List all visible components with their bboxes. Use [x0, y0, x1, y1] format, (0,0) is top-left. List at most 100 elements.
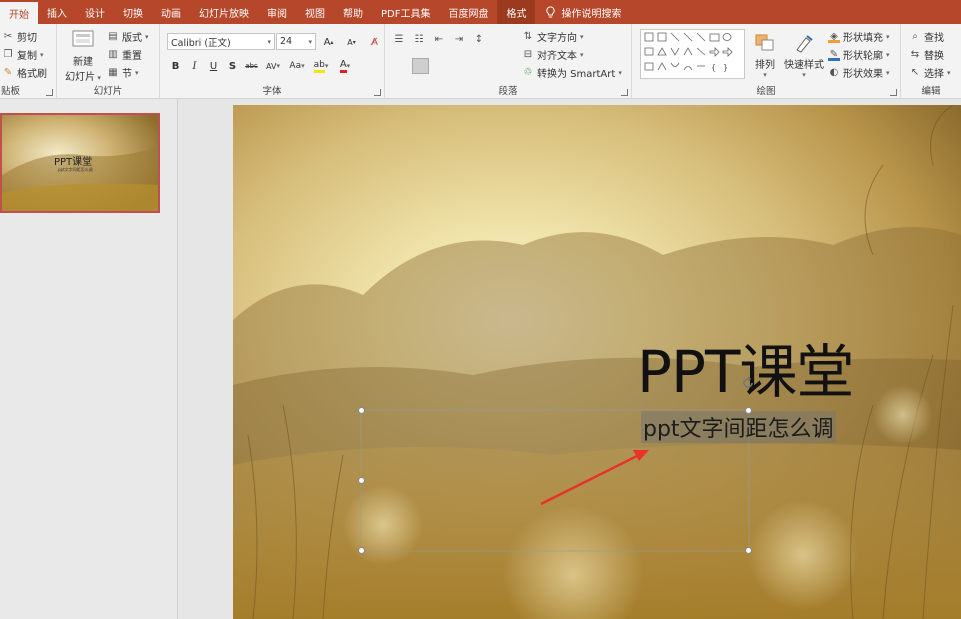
text-direction-icon: ⇅ [523, 30, 533, 42]
text-direction-label: 文字方向 [537, 33, 577, 44]
paragraph-group-label: 段落 [498, 86, 518, 97]
new-slide-button[interactable]: 新建 幻灯片 ▾ [63, 29, 103, 83]
svg-text:{: { [711, 63, 716, 72]
numbering-icon[interactable]: ☷ [413, 34, 425, 46]
shapes-gallery[interactable]: {} [640, 29, 745, 79]
shape-effects-button[interactable]: ◐ 形状效果 ▾ [828, 65, 890, 81]
highlight-icon[interactable]: ab ▾ [310, 58, 332, 74]
font-size-value: 24 [280, 36, 293, 47]
reset-button[interactable]: ▥ 重置 [107, 47, 142, 63]
resize-handle[interactable] [745, 407, 752, 414]
align-right-icon[interactable] [431, 58, 448, 74]
justify-icon[interactable] [450, 58, 467, 74]
shadow-icon[interactable]: S [224, 58, 241, 74]
slide-thumbnail[interactable]: PPT课堂 ppt文字间距怎么调 [0, 113, 160, 213]
slide-canvas[interactable]: PPT课堂 ppt文字间距怎么调 [233, 105, 961, 619]
underline-icon[interactable]: U [205, 58, 222, 74]
arrange-label: 排列 [755, 60, 775, 71]
thumbnail-subtitle: ppt文字间距怎么调 [58, 167, 93, 172]
scissors-icon: ✂ [3, 30, 13, 42]
font-name-select[interactable]: Calibri (正文) ▾ [167, 33, 275, 50]
distributed-icon[interactable] [469, 58, 486, 74]
group-drawing: {} 排列 ▾ 快速样式 ▾ ◈ 形状填充 ▾ ✎ 形状轮廓 ▾ ◐ 形状效果 ▾ 绘图 [632, 24, 901, 99]
grow-font-icon[interactable]: A ▴ [320, 34, 337, 50]
bold-icon[interactable]: B [167, 58, 184, 74]
cut-button[interactable]: ✂ 剪切 [2, 29, 37, 45]
reset-label: 重置 [122, 51, 142, 62]
resize-handle[interactable] [358, 547, 365, 554]
copy-label: 复制 [17, 51, 37, 62]
pen-icon: ✎ [828, 48, 840, 61]
select-label: 选择 [924, 69, 944, 80]
paragraph-launcher-icon[interactable] [621, 89, 628, 96]
select-button[interactable]: ↖ 选择 ▾ [909, 65, 951, 81]
resize-handle[interactable] [358, 407, 365, 414]
font-size-select[interactable]: 24 ▾ [276, 33, 316, 50]
tell-me-box[interactable]: 操作说明搜索 [535, 0, 621, 24]
resize-handle[interactable] [358, 477, 365, 484]
line-spacing-icon[interactable]: ↕ [473, 34, 485, 46]
resize-handle[interactable] [745, 547, 752, 554]
format-painter-button[interactable]: ✎ 格式刷 [2, 65, 47, 81]
character-spacing-icon[interactable]: AV ▾ [262, 58, 284, 74]
font-group-label: 字体 [262, 86, 282, 97]
columns-icon[interactable] [488, 58, 505, 74]
tab-animations[interactable]: 动画 [152, 0, 190, 24]
tab-view[interactable]: 视图 [296, 0, 334, 24]
quick-styles-label: 快速样式 [784, 60, 824, 71]
search-icon: ⌕ [912, 30, 918, 42]
tab-insert[interactable]: 插入 [38, 0, 76, 24]
increase-indent-icon[interactable]: ⇥ [453, 34, 465, 46]
new-slide-icon [72, 30, 94, 47]
copy-icon: ❐ [3, 48, 13, 60]
rotate-handle-icon[interactable] [740, 375, 756, 391]
tab-help[interactable]: 帮助 [334, 0, 372, 24]
shape-outline-label: 形状轮廓 [843, 51, 883, 62]
align-text-label: 对齐文本 [537, 51, 577, 62]
chevron-down-icon: ▾ [40, 50, 44, 59]
tab-review[interactable]: 审阅 [258, 0, 296, 24]
shape-outline-button[interactable]: ✎ 形状轮廓 ▾ [828, 47, 890, 62]
font-launcher-icon[interactable] [374, 89, 381, 96]
find-button[interactable]: ⌕ 查找 [909, 29, 944, 45]
align-text-button[interactable]: ⊟ 对齐文本 ▾ [522, 47, 584, 63]
convert-smartart-button[interactable]: ♲ 转换为 SmartArt ▾ [522, 65, 622, 81]
arrange-icon [755, 34, 774, 51]
clipboard-launcher-icon[interactable] [46, 89, 53, 96]
arrange-button[interactable]: 排列 ▾ [753, 32, 777, 79]
align-center-icon[interactable] [412, 58, 429, 74]
smartart-icon: ♲ [523, 66, 533, 78]
tab-transitions[interactable]: 切换 [114, 0, 152, 24]
drawing-group-label: 绘图 [756, 86, 776, 97]
strikethrough-icon[interactable]: abc [243, 58, 260, 74]
decrease-indent-icon[interactable]: ⇤ [433, 34, 445, 46]
shape-effects-label: 形状效果 [843, 69, 883, 80]
replace-button[interactable]: ⇆ 替换 [909, 47, 944, 63]
change-case-icon[interactable]: Aa ▾ [286, 58, 308, 74]
italic-icon[interactable]: I [186, 58, 203, 74]
bullets-icon[interactable]: ☰ [393, 34, 405, 46]
copy-button[interactable]: ❐ 复制 ▾ [2, 47, 44, 63]
layout-button[interactable]: ▤ 版式 ▾ [107, 29, 148, 45]
text-direction-button[interactable]: ⇅ 文字方向 ▾ [522, 29, 584, 45]
tab-pdf-tools[interactable]: PDF工具集 [372, 0, 439, 24]
tab-design[interactable]: 设计 [76, 0, 114, 24]
quick-styles-button[interactable]: 快速样式 ▾ [783, 32, 825, 79]
clear-formatting-icon[interactable]: A̸ [366, 34, 383, 50]
shrink-font-icon[interactable]: A ▾ [343, 34, 360, 50]
slide-title-text[interactable]: PPT课堂 [637, 325, 854, 409]
tab-home[interactable]: 开始 [0, 2, 38, 24]
tab-format[interactable]: 格式 [497, 0, 536, 24]
font-color-icon[interactable]: A ▾ [334, 58, 356, 74]
font-name-value: Calibri (正文) [171, 37, 231, 49]
tab-slideshow[interactable]: 幻灯片放映 [190, 0, 258, 24]
lightbulb-icon [546, 5, 556, 17]
section-button[interactable]: ▦ 节 ▾ [107, 65, 138, 81]
layout-label: 版式 [122, 33, 142, 44]
shape-fill-button[interactable]: ◈ 形状填充 ▾ [828, 29, 890, 44]
thumbnail-title: PPT课堂 [54, 157, 93, 168]
slide-subtitle-text[interactable]: ppt文字间距怎么调 [641, 411, 836, 443]
drawing-launcher-icon[interactable] [890, 89, 897, 96]
tab-baidu-netdisk[interactable]: 百度网盘 [439, 0, 497, 24]
align-left-icon[interactable] [393, 58, 410, 74]
